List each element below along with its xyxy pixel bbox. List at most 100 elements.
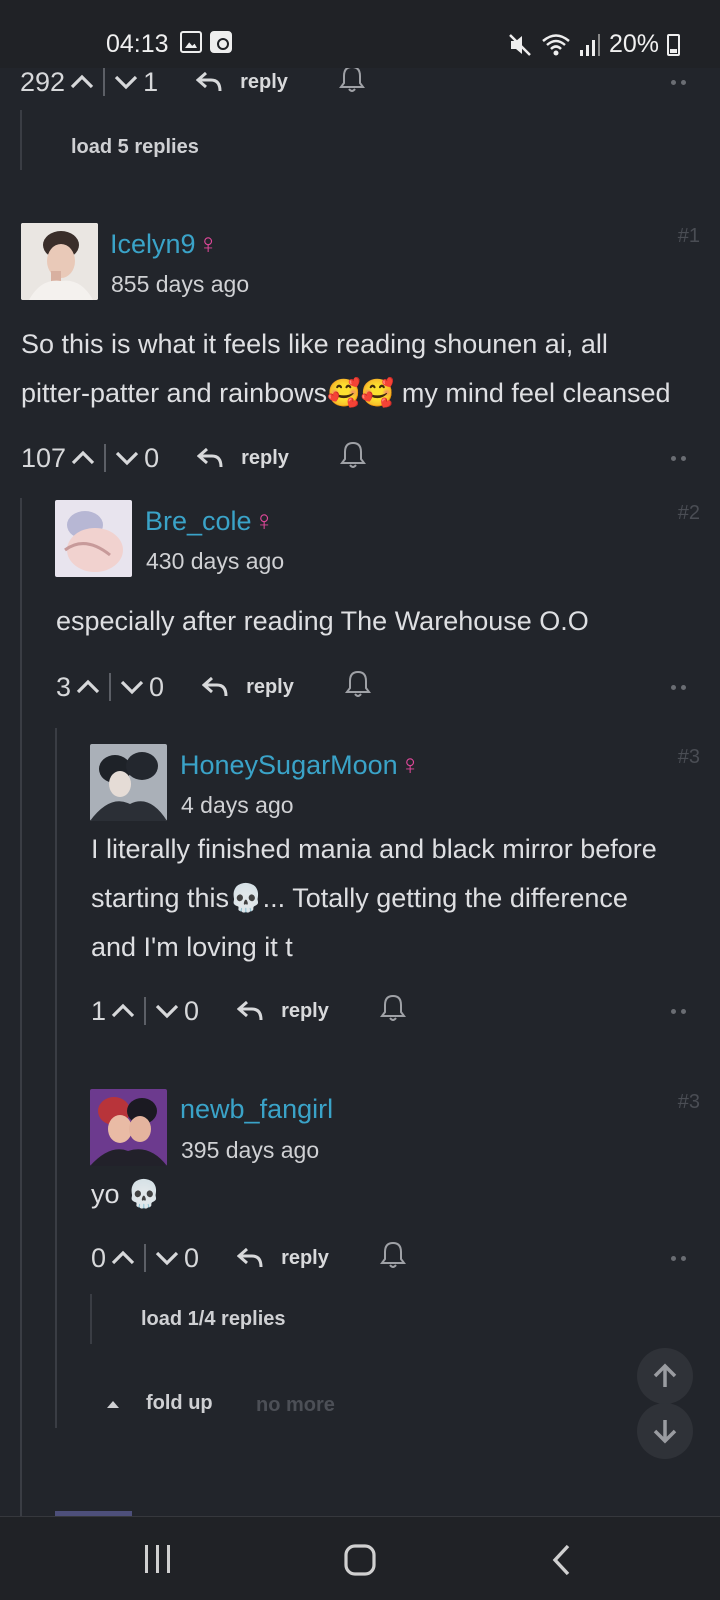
vote-row: 0 0 reply <box>91 1238 407 1278</box>
reply-label: reply <box>246 675 294 698</box>
divider <box>109 673 112 701</box>
username[interactable]: newb_fangirl <box>180 1094 333 1125</box>
wifi-icon <box>542 33 570 55</box>
reply-button[interactable]: reply <box>237 1000 329 1023</box>
more-options-icon[interactable] <box>671 80 686 85</box>
back-icon[interactable] <box>550 1543 572 1577</box>
reply-icon <box>237 1000 263 1021</box>
upvote-count: 292 <box>20 68 66 97</box>
fold-up-button[interactable]: fold up <box>106 1392 213 1415</box>
comment-number: #3 <box>677 1091 700 1113</box>
downvote-count: 0 <box>144 442 160 473</box>
vote-row: 292 1 reply <box>20 68 366 102</box>
load-replies-link[interactable]: load 1/4 replies <box>141 1308 286 1331</box>
thread-line <box>55 728 57 1428</box>
comment-text-line: I literally finished mania and black mir… <box>91 834 657 864</box>
username[interactable]: HoneySugarMoon♀ <box>180 749 421 781</box>
comment-text: So this is what it feels like reading sh… <box>21 320 671 418</box>
more-options-icon[interactable] <box>671 1256 686 1261</box>
username-text: newb_fangirl <box>180 1094 334 1124</box>
battery-icon <box>667 33 680 56</box>
arrow-up-icon <box>653 1363 677 1387</box>
username-text: HoneySugarMoon <box>180 750 398 780</box>
reply-label: reply <box>281 999 329 1022</box>
bell-icon[interactable] <box>338 68 366 101</box>
reply-icon <box>202 676 228 697</box>
bell-icon[interactable] <box>344 669 372 706</box>
divider <box>144 1244 147 1272</box>
downvote-icon[interactable] <box>154 1245 180 1271</box>
username[interactable]: Icelyn9♀ <box>110 228 219 260</box>
battery-percent: 20% <box>608 30 659 58</box>
downvote-count: 0 <box>184 1242 200 1273</box>
comment-number: #3 <box>677 746 700 768</box>
upvote-count: 1 <box>91 995 107 1026</box>
comment-list[interactable]: 292 1 reply load 5 replies Icelyn9♀ 855 … <box>0 68 720 1516</box>
downvote-count: 0 <box>149 671 165 702</box>
downvote-icon[interactable] <box>113 69 139 95</box>
no-more-label: no more <box>256 1394 335 1416</box>
divider <box>103 68 106 96</box>
thread-line <box>20 110 22 170</box>
reply-button[interactable]: reply <box>202 676 294 699</box>
upvote-icon[interactable] <box>70 445 96 471</box>
vote-row: 107 0 reply <box>21 438 367 478</box>
comment-text-line: and I'm loving it t <box>91 932 293 962</box>
status-bar: 04:13 20% <box>0 0 720 68</box>
gallery-icon <box>180 31 202 53</box>
timestamp: 4 days ago <box>181 792 294 818</box>
bell-icon[interactable] <box>379 1240 407 1277</box>
divider <box>144 997 147 1025</box>
reply-button[interactable]: reply <box>237 1247 329 1270</box>
upvote-icon[interactable] <box>75 674 101 700</box>
comment-text: especially after reading The Warehouse O… <box>56 597 589 646</box>
vote-row: 1 0 reply <box>91 991 407 1031</box>
upvote-icon[interactable] <box>69 69 95 95</box>
recent-apps-icon[interactable] <box>143 1543 173 1575</box>
arrow-down-icon <box>653 1420 677 1444</box>
upvote-icon[interactable] <box>110 998 136 1024</box>
timestamp: 395 days ago <box>181 1137 320 1163</box>
downvote-icon[interactable] <box>119 674 145 700</box>
comment-text-line: especially after reading The Warehouse O… <box>56 606 589 636</box>
reply-icon <box>237 1247 263 1268</box>
more-options-icon[interactable] <box>671 1009 686 1014</box>
home-icon[interactable] <box>343 1543 377 1577</box>
more-options-icon[interactable] <box>671 456 686 461</box>
comment-text-line: pitter-patter and rainbows🥰🥰 my mind fee… <box>21 378 671 408</box>
comment-number: #2 <box>677 502 700 524</box>
comment-text-line: So this is what it feels like reading sh… <box>21 329 608 359</box>
fold-up-label: fold up <box>146 1392 213 1414</box>
bell-icon[interactable] <box>379 993 407 1030</box>
more-options-icon[interactable] <box>671 685 686 690</box>
clock: 04:13 <box>106 30 169 58</box>
female-icon: ♀ <box>399 749 421 780</box>
reply-button[interactable]: reply <box>196 71 288 94</box>
reply-button[interactable]: reply <box>197 447 289 470</box>
timestamp: 855 days ago <box>111 271 250 297</box>
bell-icon[interactable] <box>339 440 367 477</box>
username-text: Bre_cole <box>145 506 252 536</box>
load-replies-link[interactable]: load 5 replies <box>71 136 199 159</box>
upvote-count: 107 <box>21 442 67 473</box>
caret-up-icon <box>107 1400 119 1408</box>
avatar[interactable] <box>90 744 167 821</box>
timestamp: 430 days ago <box>146 548 285 574</box>
thread-line <box>20 498 22 1516</box>
screen-record-icon <box>210 31 232 53</box>
comment-text-line: starting this💀... Totally getting the di… <box>91 883 628 913</box>
reply-icon <box>197 447 223 468</box>
upvote-icon[interactable] <box>110 1245 136 1271</box>
downvote-count: 1 <box>143 68 159 97</box>
divider <box>104 444 107 472</box>
reply-label: reply <box>240 70 288 93</box>
avatar[interactable] <box>55 500 132 577</box>
downvote-icon[interactable] <box>154 998 180 1024</box>
avatar[interactable] <box>90 1089 167 1166</box>
scroll-up-button[interactable] <box>637 1348 693 1404</box>
scroll-down-button[interactable] <box>637 1403 693 1459</box>
downvote-icon[interactable] <box>114 445 140 471</box>
avatar[interactable] <box>21 223 98 300</box>
reply-label: reply <box>281 1246 329 1269</box>
username[interactable]: Bre_cole♀ <box>145 505 275 537</box>
